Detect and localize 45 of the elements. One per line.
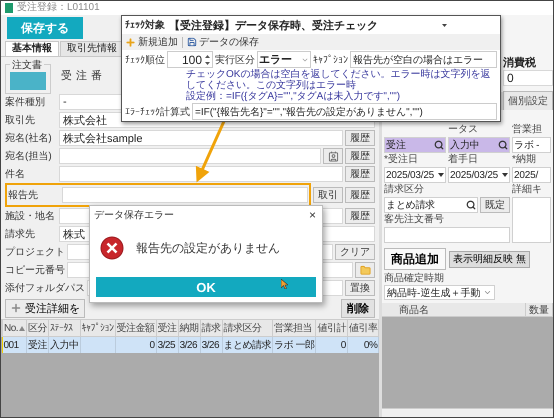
field-label: ｷｬﾌﾟｼｮﾝ bbox=[313, 54, 348, 66]
dialog-title: データ保存エラー bbox=[94, 208, 174, 222]
field-label: 営業担 bbox=[512, 124, 543, 136]
field-label: ﾁｪｯｸ順位 bbox=[125, 54, 165, 66]
table-cell: 入力中 bbox=[48, 336, 80, 353]
field-label: プロジェクト bbox=[5, 246, 65, 259]
field-label: ﾁｪｯｸ対象 bbox=[125, 18, 165, 32]
table-cell: 3/26 bbox=[200, 336, 222, 353]
help-text: チェックOKの場合は空白を返してください。エラー時は文字列を返してください。この文字列はエラー時 bbox=[186, 69, 492, 91]
field-label: 受注番 bbox=[61, 68, 106, 83]
field-label: 報告先 bbox=[8, 188, 39, 202]
field-label: 取引先 bbox=[5, 114, 36, 127]
window-title: 受注登録：L01101 bbox=[17, 2, 100, 14]
field-label: コピー元番号 bbox=[5, 264, 65, 277]
table-cell: まとめ請求 bbox=[222, 336, 273, 353]
field-label: *納期 bbox=[512, 154, 537, 166]
tax-field: 0 bbox=[503, 70, 553, 86]
field-label: 実行区分 bbox=[215, 54, 255, 66]
field-label: 着手日 bbox=[448, 154, 479, 166]
field-label: 客先注文番号 bbox=[384, 214, 444, 226]
field-label: 商品確定時期 bbox=[384, 273, 445, 285]
field-label: 請求先 bbox=[5, 228, 36, 241]
table-cell: ラボ 一郎 bbox=[272, 336, 316, 353]
field-label: 添付フォルダパス bbox=[5, 282, 85, 295]
field-label: 請求区分 bbox=[384, 184, 424, 196]
table-cell: 001 bbox=[2, 336, 27, 353]
error-message: 報告先の設定がありません bbox=[136, 240, 280, 256]
table-cell: 受注 bbox=[26, 336, 49, 353]
help-text: 設定例：=IF({タグA}="","タグAは未入力です","") bbox=[186, 91, 402, 102]
table-cell: 3/26 bbox=[178, 336, 200, 353]
field-label: ｴﾗｰﾁｪｯｸ計算式 bbox=[125, 106, 190, 118]
field-label: 詳細キ bbox=[512, 184, 543, 196]
table-cell: 3/25 bbox=[156, 336, 178, 353]
field-label: 宛名(担当) bbox=[5, 150, 53, 163]
table-cell: 0 bbox=[316, 336, 348, 353]
group-label: 注文書 bbox=[11, 58, 43, 72]
table-cell: 0% bbox=[347, 336, 379, 353]
field-label: ータス bbox=[448, 124, 479, 136]
table-cell: 0 bbox=[115, 336, 156, 353]
field-label: 施設・地名 bbox=[5, 210, 56, 223]
field-label: 消費税 bbox=[503, 56, 537, 70]
field-label: 件名 bbox=[5, 168, 26, 181]
field-label: *受注日 bbox=[384, 154, 419, 166]
field-label: 案件種別 bbox=[5, 96, 46, 109]
field-label: 宛名(社名) bbox=[5, 132, 53, 145]
